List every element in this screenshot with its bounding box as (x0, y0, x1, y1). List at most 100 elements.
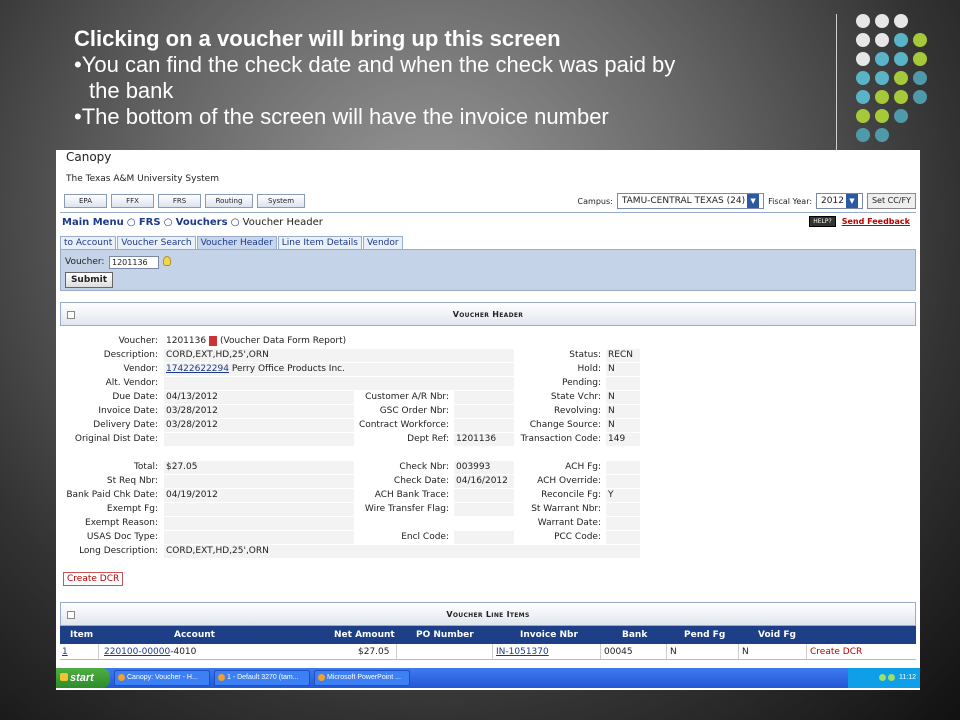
decorative-dot (856, 52, 870, 66)
line-items-section: Voucher Line Items (60, 602, 916, 626)
invoice-link[interactable]: IN-1051370 (496, 647, 549, 657)
field-label: Invoice Date: (98, 406, 158, 416)
taskbar-item-canopy[interactable]: Canopy: Voucher - H... (114, 670, 210, 686)
decorative-dot (894, 52, 908, 66)
decorative-dot (875, 128, 889, 142)
voucher-search-input[interactable]: 1201136 (109, 256, 159, 269)
encl-code-value (454, 531, 514, 544)
col-divider (806, 644, 807, 659)
crumb-sep: ○ (230, 217, 240, 228)
decorative-dot (875, 109, 889, 123)
tab-voucher-search[interactable]: Voucher Search (117, 236, 196, 249)
vendor-value: 17422622294 Perry Office Products Inc. (164, 363, 514, 376)
help-button[interactable]: HELP? (809, 216, 836, 227)
wire-transfer-value (454, 503, 514, 516)
state-vchr-value: N (606, 391, 640, 404)
vendor-id-link[interactable]: 17422622294 (166, 364, 229, 374)
campus-select[interactable]: TAMU-CENTRAL TEXAS (24) ▼ (616, 193, 765, 209)
set-cc-fy-button[interactable]: Set CC/FY (866, 193, 916, 209)
decorative-dot (875, 71, 889, 85)
col-divider (396, 644, 397, 659)
slide-bullet-1-cont: the bank (89, 78, 174, 103)
pending-value (606, 377, 640, 390)
transaction-code-value: 149 (606, 433, 640, 446)
slide-bullet-2: •The bottom of the screen will have the … (74, 104, 609, 129)
description-value: CORD,EXT,HD,25',ORN (164, 349, 514, 362)
crumb-sep: ○ (163, 217, 173, 228)
nav-frs[interactable]: FRS (158, 194, 201, 208)
tab-line-item-details[interactable]: Line Item Details (277, 236, 362, 249)
check-date-value: 04/16/2012 (454, 475, 514, 488)
decorative-dot (875, 14, 889, 28)
header-divider (60, 212, 916, 213)
brand-name: Canopy (66, 150, 112, 164)
decorative-dot (913, 52, 927, 66)
decorative-dot (894, 71, 908, 85)
tab-bar: to Account Voucher Search Voucher Header… (60, 236, 404, 249)
pdf-icon[interactable] (208, 335, 217, 346)
st-req-value (164, 475, 354, 488)
field-label: ACH Fg: (565, 462, 601, 472)
decorative-dots (856, 14, 952, 154)
field-label: Pending: (561, 378, 601, 388)
breadcrumb: Main Menu ○ FRS ○ Vouchers ○ Voucher Hea… (62, 217, 323, 228)
field-label: Hold: (577, 364, 601, 374)
item-link[interactable]: 1 (62, 647, 68, 657)
gsc-order-value (454, 405, 514, 418)
start-button[interactable]: start (56, 668, 110, 688)
tab-vendor[interactable]: Vendor (362, 236, 403, 249)
bank-paid-date-value: 04/19/2012 (164, 489, 354, 502)
decorative-dot (875, 90, 889, 104)
st-warrant-value (606, 503, 640, 516)
nav-system[interactable]: System (257, 194, 305, 208)
chevron-down-icon: ▼ (747, 194, 760, 208)
col-account: Account (174, 630, 215, 640)
nav-ffx[interactable]: FFX (111, 194, 154, 208)
decorative-dot (875, 52, 889, 66)
taskbar-item-powerpoint[interactable]: Microsoft PowerPoint ... (314, 670, 410, 686)
decorative-dot (875, 33, 889, 47)
section-title: Voucher Line Items (446, 610, 530, 619)
check-nbr-value: 003993 (454, 461, 514, 474)
decorative-dot (894, 109, 908, 123)
exempt-reason-value (164, 517, 354, 530)
search-panel: Voucher: 1201136 Submit (60, 249, 916, 291)
bank-cell: 00045 (604, 647, 633, 657)
create-dcr-button[interactable]: Create DCR (63, 572, 124, 586)
field-label: State Vchr: (550, 392, 601, 402)
nav-epa[interactable]: EPA (64, 194, 107, 208)
taskbar: start Canopy: Voucher - H... 1 - Default… (56, 668, 920, 688)
tab-voucher-header[interactable]: Voucher Header (196, 236, 277, 249)
ach-override-value (606, 475, 640, 488)
ach-trace-value (454, 489, 514, 502)
voucher-number: 1201136 (166, 336, 207, 346)
field-label: Wire Transfer Flag: (364, 504, 449, 514)
campus-bar: Campus: TAMU-CENTRAL TEXAS (24) ▼ Fiscal… (578, 193, 916, 209)
void-fg-cell: N (742, 647, 749, 657)
tray-icon[interactable] (879, 673, 887, 681)
decorative-dot (913, 71, 927, 85)
submit-button[interactable]: Submit (65, 272, 113, 288)
slide-bullet-1: •You can find the check date and when th… (74, 52, 676, 77)
col-void-fg: Void Fg (758, 630, 796, 640)
tab-to-account[interactable]: to Account (60, 236, 117, 249)
pend-fg-cell: N (670, 647, 677, 657)
field-label: Contract Workforce: (358, 420, 449, 430)
invoice-date-value: 03/28/2012 (164, 405, 354, 418)
crumb-main-menu[interactable]: Main Menu (62, 217, 124, 228)
field-label: Description: (103, 350, 158, 360)
row-create-dcr-link[interactable]: Create DCR (810, 647, 862, 657)
voucher-report-link[interactable]: (Voucher Data Form Report) (220, 336, 346, 346)
lightbulb-icon[interactable] (163, 256, 171, 266)
crumb-frs[interactable]: FRS (139, 217, 161, 228)
slide-title: Clicking on a voucher will bring up this… (74, 26, 561, 51)
fy-select[interactable]: 2012 ▼ (816, 193, 863, 209)
send-feedback-link[interactable]: Send Feedback (842, 217, 910, 226)
account-link[interactable]: 220100-00000 (104, 647, 170, 657)
chevron-down-icon: ▼ (845, 194, 858, 208)
field-label: Due Date: (112, 392, 158, 402)
nav-routing[interactable]: Routing (205, 194, 253, 208)
crumb-vouchers[interactable]: Vouchers (176, 217, 228, 228)
taskbar-item-3270[interactable]: 1 - Default 3270 (tam... (214, 670, 310, 686)
tray-icon[interactable] (888, 673, 896, 681)
